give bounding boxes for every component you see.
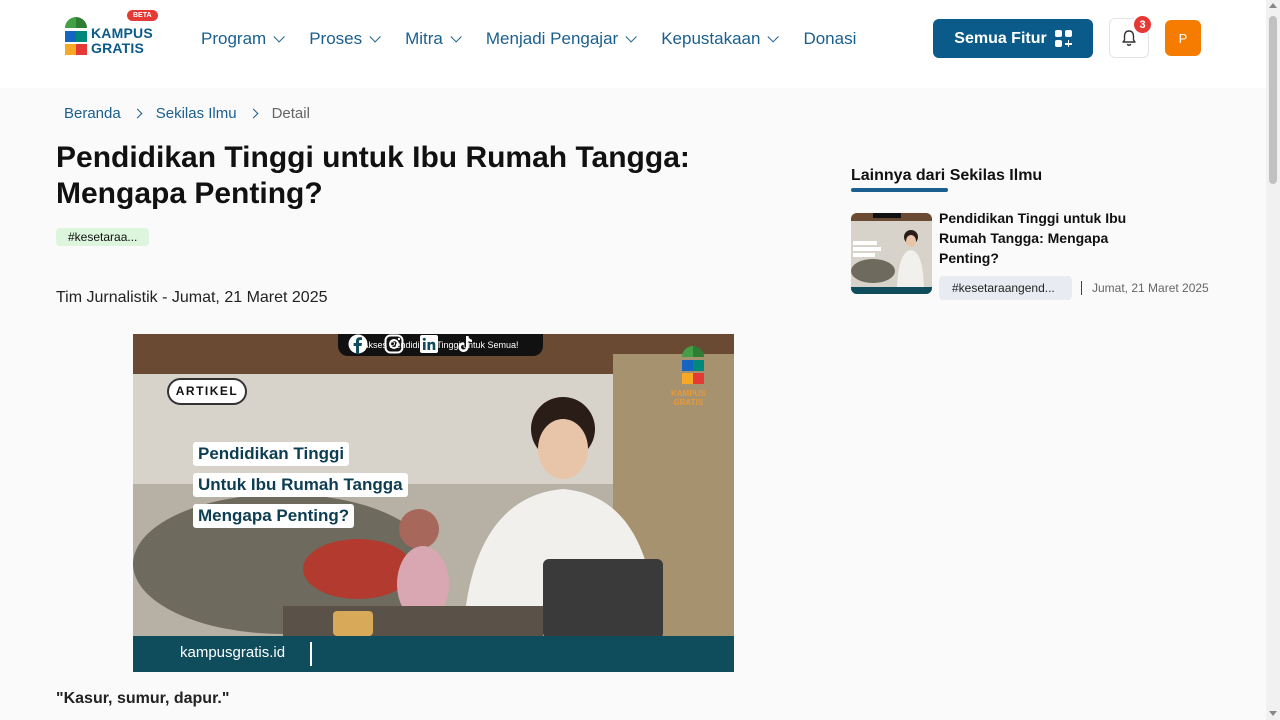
hero-headline-line3: Mengapa Penting? xyxy=(193,504,355,528)
chevron-right-icon xyxy=(132,108,143,119)
breadcrumb-home[interactable]: Beranda xyxy=(64,105,121,122)
hero-top-banner: Akses Pendidikan Tinggi untuk Semua! xyxy=(338,334,543,356)
nav-menjadi-pengajar-label: Menjadi Pengajar xyxy=(485,29,619,48)
sidebar-item-thumbnail[interactable] xyxy=(851,213,932,294)
sidebar-item-separator xyxy=(1081,281,1082,295)
sidebar-thumbnail-illustration xyxy=(851,213,932,294)
hero-logo-text: KAMPUS GRATIS xyxy=(671,389,706,407)
hero-url: kampusgratis.id xyxy=(180,644,286,661)
sidebar-item-date: Jumat, 21 Maret 2025 xyxy=(1092,281,1209,295)
sidebar-item-tag[interactable]: #kesetaraangend... xyxy=(939,276,1072,300)
facebook-icon xyxy=(348,334,368,354)
chevron-down-icon xyxy=(450,31,462,43)
article-title: Pendidikan Tinggi untuk Ibu Rumah Tangga… xyxy=(56,141,690,210)
hero-headline-line2: Untuk Ibu Rumah Tangga xyxy=(193,473,408,497)
nav-donasi[interactable]: Donasi xyxy=(803,28,856,50)
all-features-button[interactable]: Semua Fitur xyxy=(933,19,1093,58)
chevron-down-icon xyxy=(273,31,285,43)
article-byline: Tim Jurnalistik - Jumat, 21 Maret 2025 xyxy=(56,289,328,306)
scrollbar-thumb[interactable] xyxy=(1269,16,1277,184)
breadcrumb: Beranda Sekilas Ilmu Detail xyxy=(64,105,310,122)
hero-logo-text-line2: GRATIS xyxy=(673,398,704,407)
hero-artikel-badge: ARTIKEL xyxy=(167,378,247,405)
sidebar-heading: Lainnya dari Sekilas Ilmu xyxy=(851,167,1043,184)
nav-proses[interactable]: Proses xyxy=(309,28,381,50)
linkedin-icon xyxy=(420,335,438,353)
scroll-up-arrow-icon[interactable] xyxy=(1269,3,1277,8)
nav-donasi-label: Donasi xyxy=(803,29,857,48)
breadcrumb-current: Detail xyxy=(271,105,310,122)
hero-logo-mark-icon xyxy=(682,346,704,384)
user-avatar[interactable]: P xyxy=(1165,20,1201,56)
article-tag[interactable]: #kesetaraa... xyxy=(56,228,150,246)
sidebar-item-title[interactable]: Pendidikan Tinggi untuk Ibu Rumah Tangga… xyxy=(939,208,1149,268)
hero-logo-text-line1: KAMPUS xyxy=(671,389,706,398)
site-logo[interactable]: KAMPUS GRATIS BETA xyxy=(63,10,163,61)
article-hero-image: Akses Pendidikan Tinggi untuk Semua! ART… xyxy=(133,334,734,672)
nav-kepustakaan-label: Kepustakaan xyxy=(661,29,761,48)
chevron-down-icon xyxy=(625,31,637,43)
apps-grid-icon xyxy=(1054,30,1072,47)
logo-text: KAMPUS GRATIS xyxy=(91,26,153,56)
nav-program[interactable]: Program xyxy=(201,28,285,50)
nav-mitra[interactable]: Mitra xyxy=(405,28,462,50)
scroll-down-arrow-icon[interactable] xyxy=(1269,711,1277,716)
nav-mitra-label: Mitra xyxy=(405,29,443,48)
breadcrumb-section[interactable]: Sekilas Ilmu xyxy=(156,105,237,122)
chevron-right-icon xyxy=(248,108,259,119)
all-features-label: Semua Fitur xyxy=(954,29,1047,47)
article-quote: "Kasur, sumur, dapur." xyxy=(56,690,230,707)
site-header: KAMPUS GRATIS BETA Program Proses Mitra … xyxy=(0,0,1266,88)
sidebar-heading-underline xyxy=(851,188,948,192)
hero-headline-line1: Pendidikan Tinggi xyxy=(193,442,350,466)
nav-proses-label: Proses xyxy=(309,29,363,48)
tiktok-icon xyxy=(458,336,472,352)
hero-divider xyxy=(310,642,312,666)
nav-menjadi-pengajar[interactable]: Menjadi Pengajar xyxy=(485,28,637,50)
logo-text-line2: GRATIS xyxy=(91,40,145,56)
beta-badge: BETA xyxy=(127,10,158,21)
page-scrollbar[interactable] xyxy=(1266,0,1280,720)
nav-program-label: Program xyxy=(201,29,267,48)
nav-kepustakaan[interactable]: Kepustakaan xyxy=(661,28,780,50)
chevron-down-icon xyxy=(369,31,381,43)
instagram-icon xyxy=(384,334,404,354)
notification-count-badge: 3 xyxy=(1132,14,1153,35)
logo-mark-icon xyxy=(65,17,87,55)
logo-text-line1: KAMPUS xyxy=(91,25,153,41)
chevron-down-icon xyxy=(767,31,780,43)
main-nav: Program Proses Mitra Menjadi Pengajar Ke… xyxy=(201,28,884,50)
